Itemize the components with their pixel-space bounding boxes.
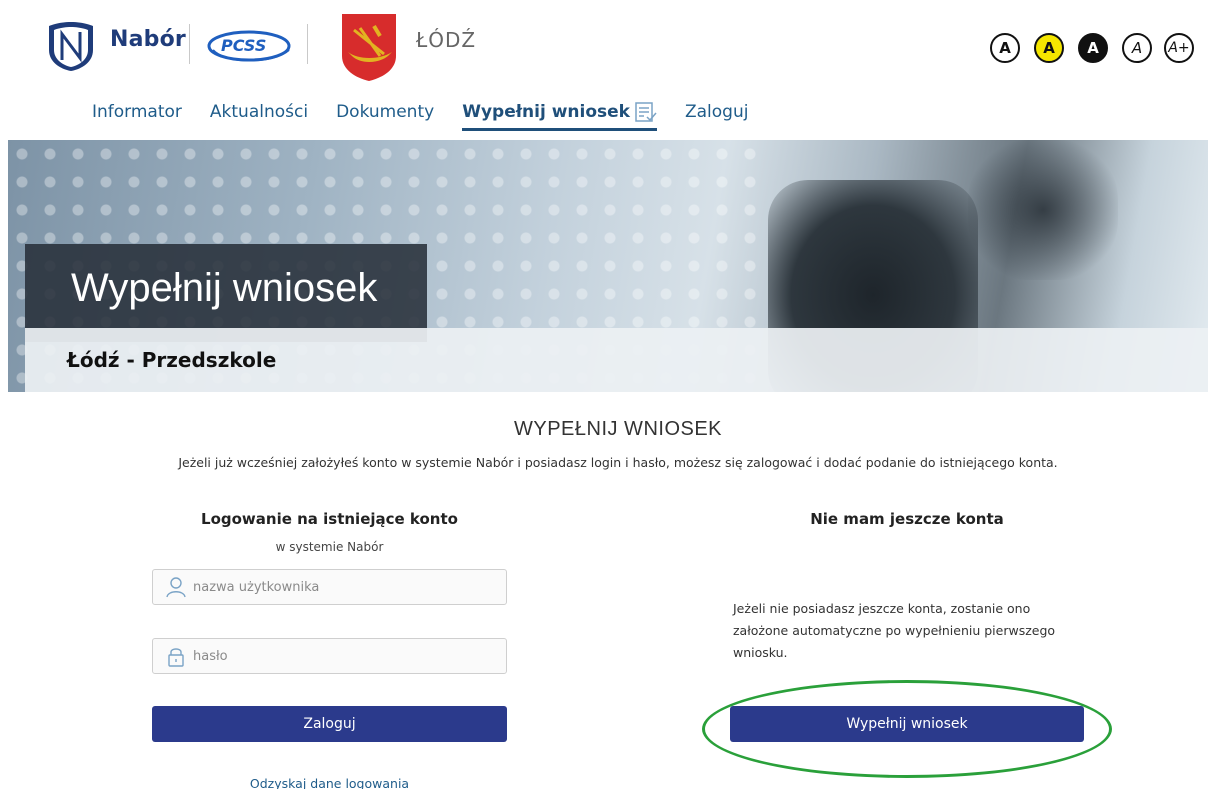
user-icon <box>166 577 186 598</box>
recover-login-link[interactable]: Odzyskaj dane logowania <box>152 776 507 789</box>
hero-banner: Wypełnij wniosek Łódź - Przedszkole <box>8 140 1208 392</box>
nav-item-dokumenty[interactable]: Dokumenty <box>336 100 434 124</box>
no-account-text: Jeżeli nie posiadasz jeszcze konta, zost… <box>733 601 1056 660</box>
nav-item-wypelnij-wniosek[interactable]: Wypełnij wniosek <box>462 100 657 131</box>
section-heading: WYPEŁNIJ WNIOSEK <box>513 418 723 440</box>
password-field[interactable] <box>152 638 507 674</box>
username-input[interactable] <box>193 579 493 595</box>
intro-text: Jeżeli już wcześniej założyłeś konto w s… <box>178 455 1058 470</box>
site-header: Nabór PCSS ŁÓDŹ A A A A A+ Informator Ak… <box>0 0 1208 140</box>
brand-name[interactable]: Nabór <box>110 27 186 52</box>
header-divider <box>189 24 190 64</box>
banner-blur-shape <box>968 140 1118 280</box>
nav-item-aktualnosci[interactable]: Aktualności <box>210 100 308 124</box>
header-divider <box>307 24 308 64</box>
lock-icon <box>168 648 184 667</box>
nav-item-label: Wypełnij wniosek <box>462 102 630 122</box>
city-name: ŁÓDŹ <box>416 28 477 52</box>
no-account-title: Nie mam jeszcze konta <box>810 510 1004 528</box>
banner-subtitle-bar: Łódź - Przedszkole <box>25 328 1208 392</box>
pcss-logo-text: PCSS <box>221 36 267 55</box>
login-subtitle: w systemie Nabór <box>275 540 384 554</box>
contrast-default-button[interactable]: A <box>990 33 1020 63</box>
page-title: Wypełnij wniosek <box>71 266 378 310</box>
login-button[interactable]: Zaloguj <box>152 706 507 742</box>
contrast-yellow-button[interactable]: A <box>1034 33 1064 63</box>
form-checklist-icon <box>635 102 657 122</box>
fill-application-button[interactable]: Wypełnij wniosek <box>730 706 1084 742</box>
page-subtitle: Łódź - Przedszkole <box>67 348 277 372</box>
nabor-logo-icon[interactable] <box>46 20 96 72</box>
lodz-crest-icon[interactable] <box>340 12 398 82</box>
username-field[interactable] <box>152 569 507 605</box>
password-input[interactable] <box>193 648 493 664</box>
font-normal-button[interactable]: A <box>1122 33 1152 63</box>
login-title: Logowanie na istniejące konto <box>201 510 458 528</box>
main-nav: Informator Aktualności Dokumenty Wypełni… <box>92 100 776 132</box>
font-larger-button[interactable]: A+ <box>1164 33 1194 63</box>
nav-item-zaloguj[interactable]: Zaloguj <box>685 100 748 124</box>
contrast-dark-button[interactable]: A <box>1078 33 1108 63</box>
pcss-logo[interactable]: PCSS <box>205 26 297 66</box>
nav-item-informator[interactable]: Informator <box>92 100 182 124</box>
